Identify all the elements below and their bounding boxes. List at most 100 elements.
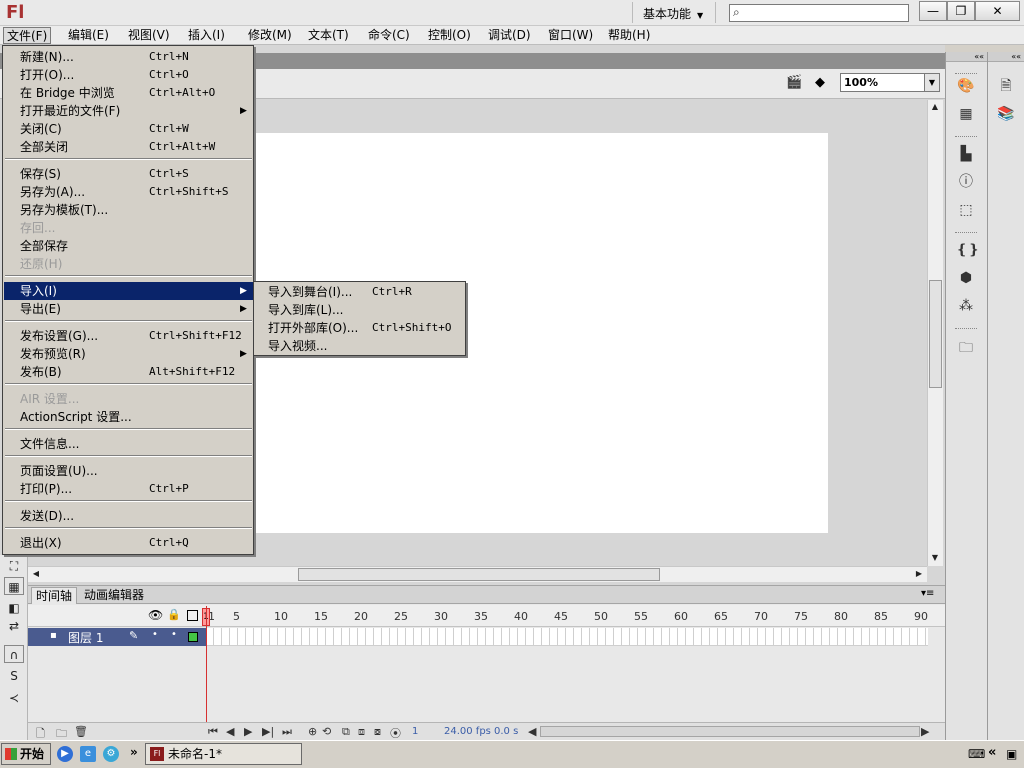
- workspace-switcher[interactable]: 基本功能 ▼: [632, 2, 716, 23]
- panel-collapse-icon[interactable]: ««: [988, 52, 1024, 62]
- smooth-icon[interactable]: S: [4, 667, 24, 685]
- panel-grip[interactable]: [955, 328, 977, 331]
- menu-item-export[interactable]: 导出(E) ▶: [4, 300, 253, 318]
- actions-panel-icon[interactable]: ❴❵: [956, 240, 979, 260]
- fill-color-icon[interactable]: ▦: [4, 577, 24, 595]
- outline-icon[interactable]: [187, 610, 198, 621]
- scroll-left-icon[interactable]: ◀: [528, 725, 536, 738]
- motion-presets-icon[interactable]: ⁂: [956, 296, 976, 316]
- edit-symbol-icon[interactable]: ◆: [812, 75, 828, 91]
- swap-colors-icon[interactable]: ⇄: [4, 617, 24, 635]
- properties-panel-icon[interactable]: 🗎: [996, 76, 1016, 96]
- snap-magnet-icon[interactable]: ∩: [4, 645, 24, 663]
- menu-view[interactable]: 视图(V): [125, 27, 173, 44]
- last-frame-icon[interactable]: ⏭: [282, 725, 292, 739]
- scroll-down-icon[interactable]: ▼: [928, 551, 942, 565]
- onion-skin-icon[interactable]: ⧉: [342, 725, 350, 739]
- paint-bucket-icon[interactable]: ⛶: [4, 557, 24, 575]
- loop-icon[interactable]: ⟲: [322, 725, 331, 738]
- tab-timeline[interactable]: 时间轴: [31, 587, 78, 604]
- scroll-right-icon[interactable]: ▶: [912, 567, 926, 581]
- next-frame-icon[interactable]: ▶|: [262, 725, 274, 738]
- menu-item-save-as[interactable]: 另存为(A)... Ctrl+Shift+S: [4, 183, 253, 201]
- menu-item-publish-preview[interactable]: 发布预览(R) ▶: [4, 345, 253, 363]
- menu-item-save[interactable]: 保存(S) Ctrl+S: [4, 165, 253, 183]
- menu-commands[interactable]: 命令(C): [365, 27, 413, 44]
- menu-item-close[interactable]: 关闭(C) Ctrl+W: [4, 120, 253, 138]
- menu-item-actionscript-settings[interactable]: ActionScript 设置...: [4, 408, 253, 426]
- edit-multiple-frames-icon[interactable]: ⧇: [374, 725, 381, 739]
- frame-row[interactable]: [206, 628, 928, 646]
- fps-value[interactable]: 24.00 fps: [444, 726, 491, 737]
- layer-name[interactable]: 图层 1: [68, 629, 103, 646]
- menu-item-file-info[interactable]: 文件信息...: [4, 435, 253, 453]
- center-frame-icon[interactable]: ⊕: [308, 725, 317, 738]
- horizontal-scrollbar[interactable]: ◀ ▶: [28, 566, 927, 582]
- first-frame-icon[interactable]: ⏮: [208, 725, 218, 739]
- menu-item-open-external-library[interactable]: 打开外部库(O)... Ctrl+Shift+O: [255, 319, 465, 337]
- menu-item-import-to-stage[interactable]: 导入到舞台(I)... Ctrl+R: [255, 283, 465, 301]
- align-panel-icon[interactable]: ▙: [956, 144, 976, 164]
- scroll-thumb[interactable]: [298, 568, 660, 581]
- scroll-right-icon[interactable]: ▶: [921, 725, 929, 738]
- minimize-button[interactable]: —: [919, 1, 947, 21]
- library-panel-icon[interactable]: 📚: [996, 104, 1016, 124]
- start-button[interactable]: 开始: [1, 743, 51, 765]
- delete-layer-icon[interactable]: 🗑: [74, 725, 88, 738]
- menu-item-publish-settings[interactable]: 发布设置(G)... Ctrl+Shift+F12: [4, 327, 253, 345]
- menu-control[interactable]: 控制(O): [425, 27, 474, 44]
- info-panel-icon[interactable]: ⓘ: [956, 172, 976, 192]
- scroll-left-icon[interactable]: ◀: [29, 567, 43, 581]
- eye-icon[interactable]: 👁: [148, 608, 163, 622]
- zoom-select[interactable]: 100% ▼: [840, 73, 940, 92]
- lock-dot[interactable]: •: [171, 629, 177, 640]
- panel-collapse-icon[interactable]: ««: [946, 52, 987, 62]
- menu-modify[interactable]: 修改(M): [245, 27, 295, 44]
- timeline-scrollbar[interactable]: [540, 726, 920, 737]
- modify-markers-icon[interactable]: ⦿: [390, 725, 401, 741]
- black-white-icon[interactable]: ◧: [4, 599, 24, 617]
- menu-file[interactable]: 文件(F): [3, 27, 52, 44]
- panel-grip[interactable]: [955, 136, 977, 139]
- menu-item-print[interactable]: 打印(P)... Ctrl+P: [4, 480, 253, 498]
- restore-button[interactable]: ❐: [947, 1, 975, 21]
- menu-item-browse-bridge[interactable]: 在 Bridge 中浏览 Ctrl+Alt+O: [4, 84, 253, 102]
- menu-item-page-setup[interactable]: 页面设置(U)...: [4, 462, 253, 480]
- menu-window[interactable]: 窗口(W): [545, 27, 596, 44]
- menu-item-open-recent[interactable]: 打开最近的文件(F) ▶: [4, 102, 253, 120]
- tray-app-icon[interactable]: ▣: [1006, 747, 1017, 761]
- menu-text[interactable]: 文本(T): [305, 27, 352, 44]
- current-frame-value[interactable]: 1: [412, 726, 418, 737]
- search-input[interactable]: ⌕: [729, 4, 909, 22]
- menu-help[interactable]: 帮助(H): [605, 27, 653, 44]
- menu-debug[interactable]: 调试(D): [485, 27, 534, 44]
- keyboard-icon[interactable]: ⌨: [968, 747, 985, 761]
- scroll-up-icon[interactable]: ▲: [928, 100, 942, 114]
- menu-item-save-as-template[interactable]: 另存为模板(T)...: [4, 201, 253, 219]
- transform-panel-icon[interactable]: ⬚: [956, 200, 976, 220]
- menu-item-import[interactable]: 导入(I) ▶: [4, 282, 253, 300]
- menu-edit[interactable]: 编辑(E): [65, 27, 112, 44]
- menu-item-import-to-library[interactable]: 导入到库(L)...: [255, 301, 465, 319]
- tab-motion-editor[interactable]: 动画编辑器: [80, 587, 148, 604]
- tray-expand-icon[interactable]: «: [988, 745, 996, 760]
- media-player-icon[interactable]: ▶: [57, 746, 73, 762]
- menu-insert[interactable]: 插入(I): [185, 27, 228, 44]
- scroll-thumb[interactable]: [929, 280, 942, 388]
- panel-grip[interactable]: [955, 232, 977, 235]
- layer-row[interactable]: ▪ 图层 1 ✎ • •: [28, 628, 206, 646]
- menu-item-open[interactable]: 打开(O)... Ctrl+O: [4, 66, 253, 84]
- taskbar-app-button[interactable]: Fl 未命名-1*: [145, 743, 302, 765]
- internet-explorer-icon[interactable]: e: [80, 746, 96, 762]
- menu-item-exit[interactable]: 退出(X) Ctrl+Q: [4, 534, 253, 552]
- project-panel-icon[interactable]: 🗀: [956, 338, 976, 358]
- outline-color-swatch[interactable]: [188, 632, 198, 642]
- play-icon[interactable]: ▶: [244, 725, 252, 738]
- straighten-icon[interactable]: ≺: [4, 689, 24, 707]
- quicklaunch-more-icon[interactable]: »: [130, 745, 138, 759]
- prev-frame-icon[interactable]: ◀: [226, 725, 234, 738]
- visibility-dot[interactable]: •: [152, 629, 158, 640]
- menu-item-import-video[interactable]: 导入视频...: [255, 337, 465, 355]
- edit-scene-icon[interactable]: 🎬: [786, 75, 802, 91]
- menu-item-close-all[interactable]: 全部关闭 Ctrl+Alt+W: [4, 138, 253, 156]
